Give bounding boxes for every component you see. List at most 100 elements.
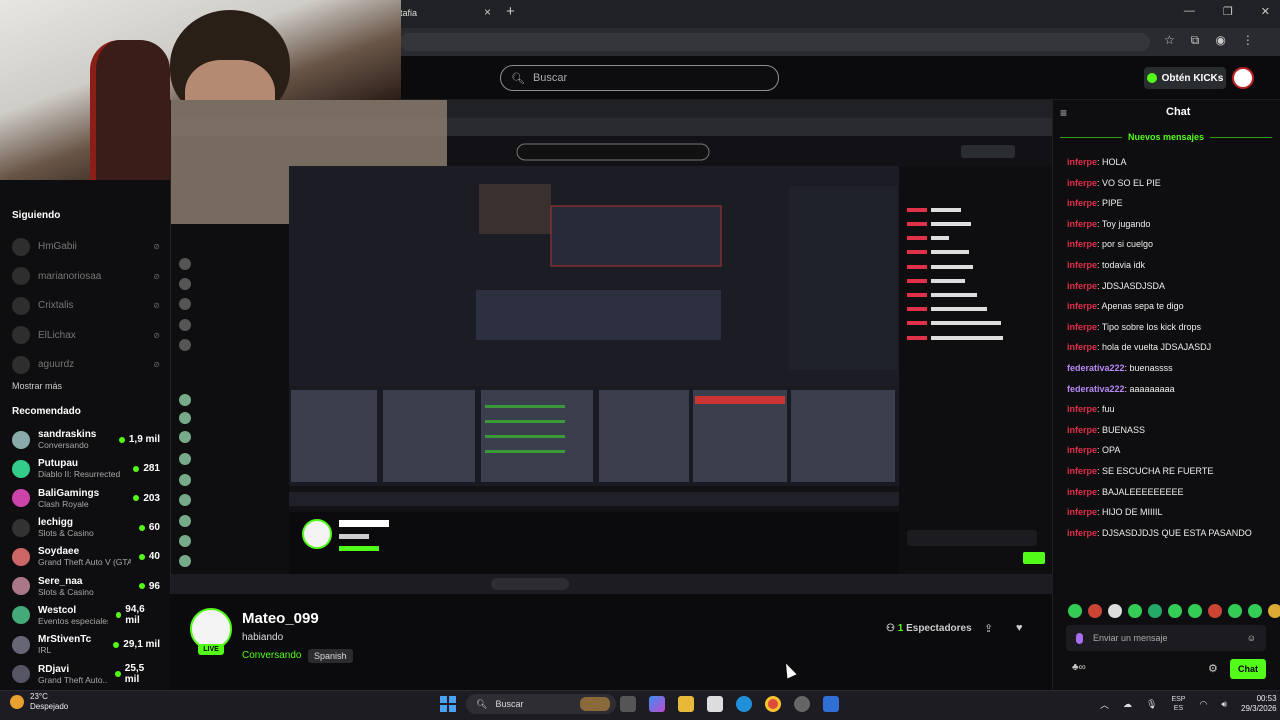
url-field[interactable] (400, 33, 1150, 51)
chat-message[interactable]: federativa222: buenassss (1067, 362, 1277, 383)
maximize-icon[interactable]: ❐ (1223, 5, 1233, 18)
chat-message[interactable]: inferpe: BAJALEEEEEEEEE (1067, 486, 1277, 507)
wifi-icon[interactable]: ◠ (1199, 699, 1207, 710)
stream-video-player[interactable] (170, 100, 1052, 594)
chat-message[interactable]: inferpe: HOLA (1067, 156, 1277, 177)
following-item[interactable]: marianoriosaa ⊘ (12, 262, 160, 292)
chat-username[interactable]: federativa222 (1067, 384, 1125, 394)
profile-icon[interactable]: ◉ (1215, 33, 1225, 48)
recommended-item[interactable]: Putupau Diablo II: Resurrected 281 (12, 454, 160, 483)
file-explorer-icon[interactable] (678, 696, 694, 712)
search-input[interactable]: 🔍︎ Buscar (500, 65, 779, 91)
chat-message[interactable]: inferpe: JDSJASDJSDA (1067, 280, 1277, 301)
chat-message[interactable]: inferpe: VO SO EL PIE (1067, 177, 1277, 198)
recommended-item[interactable]: RDjavi Grand Theft Auto... 25,5 mil (12, 659, 160, 688)
chat-message[interactable]: inferpe: hola de vuelta JDSAJASDJ (1067, 341, 1277, 362)
windows-start-icon[interactable] (440, 696, 456, 712)
chat-message[interactable]: inferpe: todavia idk (1067, 259, 1277, 280)
tray-overflow-icon[interactable]: ︿ (1100, 698, 1109, 711)
close-window-icon[interactable]: ✕ (1261, 5, 1270, 18)
chat-username[interactable]: federativa222 (1067, 363, 1125, 373)
language-indicator[interactable]: ESP ES (1171, 695, 1185, 713)
volume-icon[interactable]: 🔊︎ (1221, 699, 1227, 710)
chat-username[interactable]: inferpe (1067, 157, 1097, 167)
chat-username[interactable]: inferpe (1067, 260, 1097, 270)
chat-message[interactable]: inferpe: HIJO DE MIIIIL (1067, 506, 1277, 527)
store-icon[interactable] (707, 696, 723, 712)
edge-icon[interactable] (736, 696, 752, 712)
new-tab-button[interactable]: + (506, 3, 515, 20)
chat-username[interactable]: inferpe (1067, 301, 1097, 311)
chat-username[interactable]: inferpe (1067, 281, 1097, 291)
user-avatar[interactable] (1232, 67, 1254, 89)
stream-category-link[interactable]: Conversando (242, 650, 301, 661)
chat-message[interactable]: inferpe: PIPE (1067, 197, 1277, 218)
tab-close-icon[interactable]: × (484, 5, 491, 19)
chat-username[interactable]: inferpe (1067, 425, 1097, 435)
emote-icon[interactable] (1208, 604, 1222, 618)
bookmark-star-icon[interactable]: ☆ (1164, 33, 1175, 48)
follow-icon[interactable]: ♥ (1016, 622, 1023, 634)
share-icon[interactable]: ⇪ (984, 622, 993, 635)
chat-username[interactable]: inferpe (1067, 198, 1097, 208)
weather-widget[interactable]: 23°C Despejado (10, 692, 68, 712)
recommended-item[interactable]: Sere_naa Slots & Casino 96 (12, 571, 160, 600)
mic-tray-icon[interactable]: 🎙︎ (1146, 699, 1157, 710)
emote-icon[interactable] (1068, 604, 1082, 618)
chat-settings-icon[interactable]: ⚙ (1208, 662, 1218, 675)
recommended-item[interactable]: Soydaee Grand Theft Auto V (GTA) 40 (12, 542, 160, 571)
chat-username[interactable]: inferpe (1067, 507, 1097, 517)
recommended-item[interactable]: MrStivenTc IRL 29,1 mil (12, 630, 160, 659)
emote-icon[interactable] (1248, 604, 1262, 618)
app-icon[interactable] (823, 696, 839, 712)
recommended-item[interactable]: Westcol Eventos especiales 94,6 mil (12, 601, 160, 630)
collapse-chat-icon[interactable]: ≡ (1060, 106, 1067, 120)
chat-message[interactable]: federativa222: aaaaaaaaa (1067, 383, 1277, 404)
microphone-icon[interactable] (1076, 632, 1083, 644)
language-tag[interactable]: Spanish (308, 649, 353, 663)
chat-message[interactable]: inferpe: SE ESCUCHA RE FUERTE (1067, 465, 1277, 486)
emote-icon[interactable] (1228, 604, 1242, 618)
menu-kebab-icon[interactable]: ⋮ (1242, 33, 1254, 48)
task-view-icon[interactable] (620, 696, 636, 712)
following-item[interactable]: aguurdz ⊘ (12, 350, 160, 380)
obs-icon[interactable] (794, 696, 810, 712)
chat-input[interactable]: Enviar un mensaje ☺ (1066, 625, 1266, 651)
chat-username[interactable]: inferpe (1067, 528, 1097, 538)
chat-username[interactable]: inferpe (1067, 487, 1097, 497)
following-item[interactable]: HmGabii ⊘ (12, 232, 160, 262)
emote-icon[interactable] (1188, 604, 1202, 618)
browser-tab-title[interactable]: tafia (400, 8, 417, 18)
chat-message[interactable]: inferpe: Apenas sepa te digo (1067, 300, 1277, 321)
chat-username[interactable]: inferpe (1067, 178, 1097, 188)
chat-message[interactable]: inferpe: DJSASDJDJS QUE ESTA PASANDO (1067, 527, 1277, 548)
emote-icon[interactable] (1108, 604, 1122, 618)
chat-message[interactable]: inferpe: Toy jugando (1067, 218, 1277, 239)
clock[interactable]: 00:53 29/3/2026 (1241, 694, 1277, 714)
emote-icon[interactable] (1128, 604, 1142, 618)
get-kicks-button[interactable]: Obtén KICKs (1144, 67, 1226, 89)
streamer-name[interactable]: Mateo_099 (242, 610, 319, 627)
chat-extras-icon[interactable]: ♣∞ (1072, 662, 1086, 673)
chat-username[interactable]: inferpe (1067, 404, 1097, 414)
recommended-item[interactable]: lechigg Slots & Casino 60 (12, 513, 160, 542)
emote-icon[interactable] (1268, 604, 1280, 618)
emoji-picker-icon[interactable]: ☺ (1247, 633, 1256, 643)
chat-message[interactable]: inferpe: Tipo sobre los kick drops (1067, 321, 1277, 342)
extensions-icon[interactable]: ⧉ (1191, 33, 1200, 48)
network-icon[interactable]: ☁ (1123, 699, 1132, 710)
chat-username[interactable]: inferpe (1067, 219, 1097, 229)
minimize-icon[interactable]: — (1184, 5, 1195, 18)
chat-message[interactable]: inferpe: BUENASS (1067, 424, 1277, 445)
chat-username[interactable]: inferpe (1067, 445, 1097, 455)
recommended-item[interactable]: BaliGamings Clash Royale 203 (12, 484, 160, 513)
chrome-icon[interactable] (765, 696, 781, 712)
chat-message[interactable]: inferpe: por si cuelgo (1067, 238, 1277, 259)
following-item[interactable]: Crixtalis ⊘ (12, 291, 160, 321)
recommended-item[interactable]: sandraskins Conversando 1,9 mil (12, 425, 160, 454)
chat-username[interactable]: inferpe (1067, 239, 1097, 249)
chat-message[interactable]: inferpe: fuu (1067, 403, 1277, 424)
chat-send-button[interactable]: Chat (1230, 659, 1266, 679)
show-more-link[interactable]: Mostrar más (12, 381, 62, 391)
taskbar-search[interactable]: 🔍︎ Buscar (466, 694, 616, 714)
